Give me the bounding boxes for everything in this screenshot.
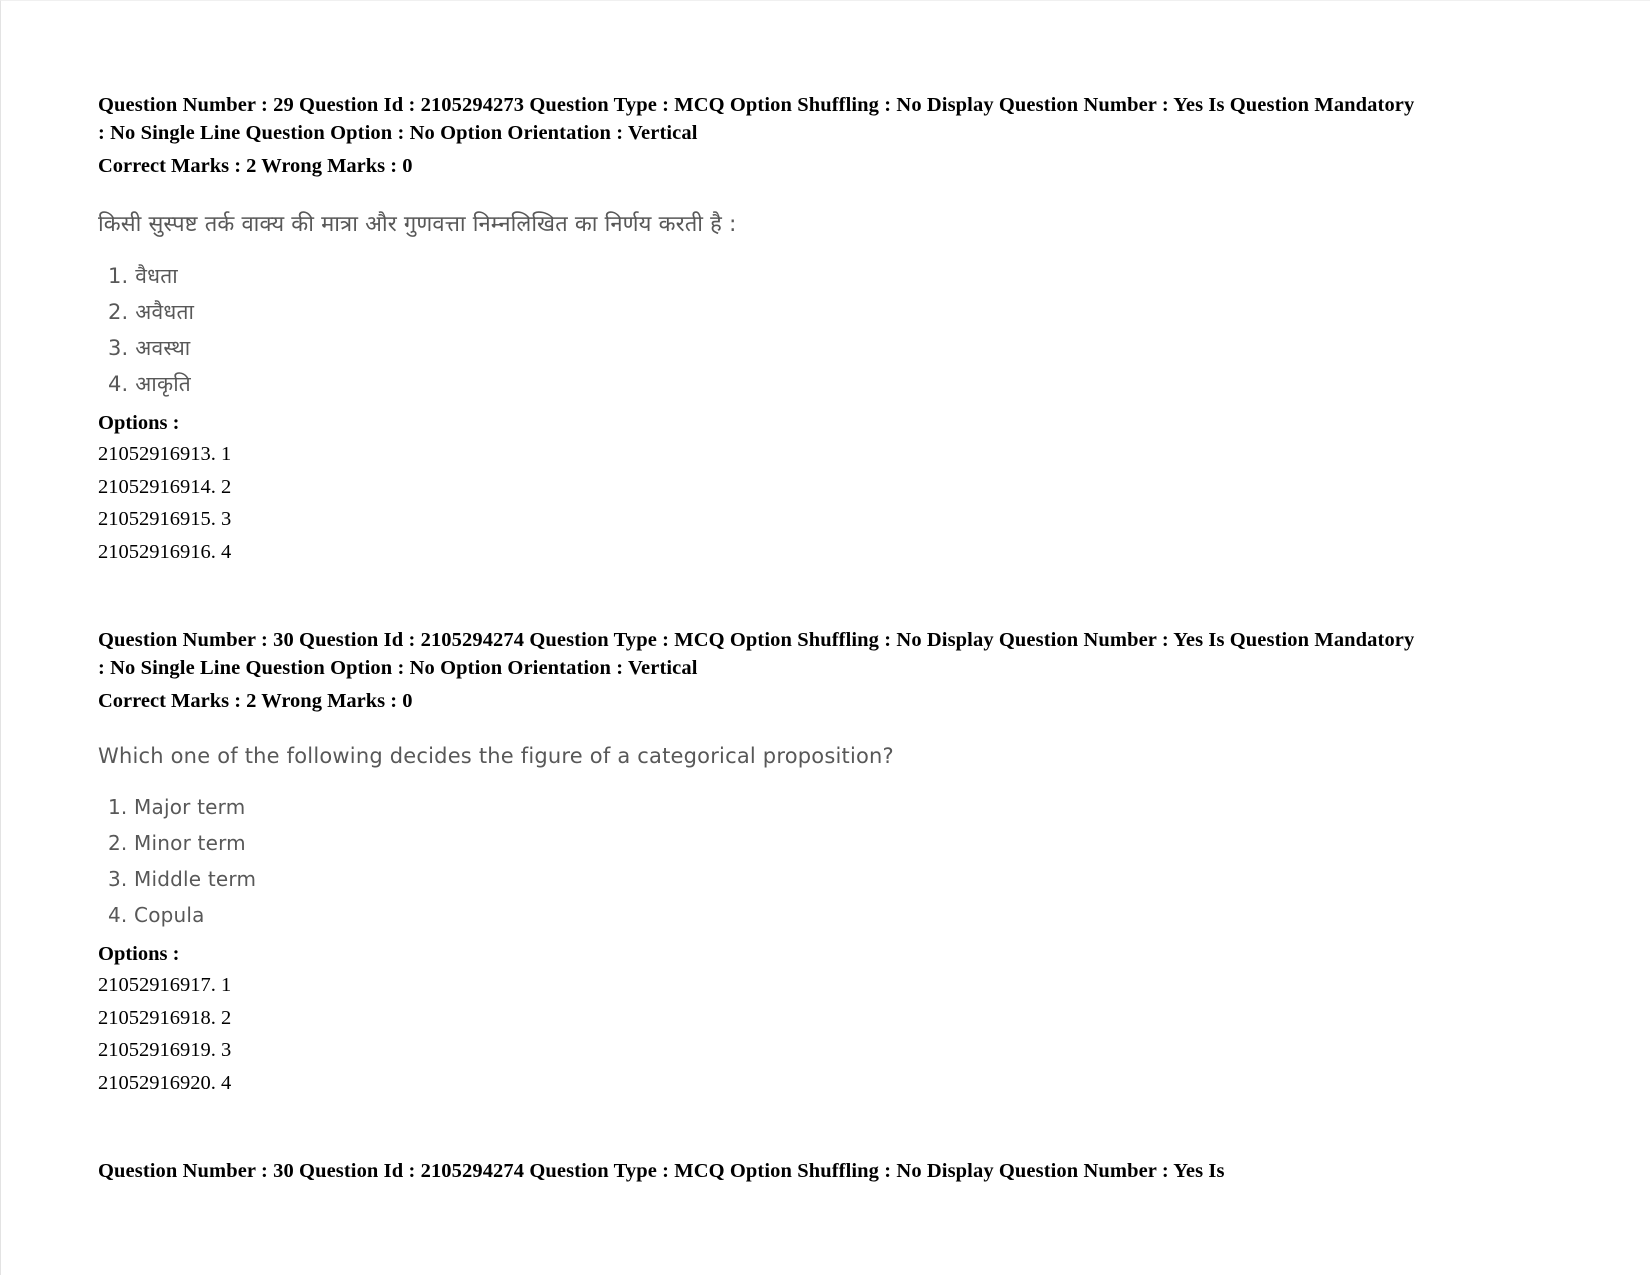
question-meta-line: Question Number : 30 Question Id : 21052… bbox=[98, 629, 1415, 679]
question-meta-line: Question Number : 29 Question Id : 21052… bbox=[98, 94, 1415, 144]
option-id-item: 21052916915. 3 bbox=[98, 508, 232, 530]
choice-item: 3. अवस्था bbox=[108, 336, 191, 360]
question-choices: 1. वैधता 2. अवैधता 3. अवस्था 4. आकृति bbox=[98, 240, 1418, 402]
question-block-29: Question Number : 29 Question Id : 21052… bbox=[98, 91, 1418, 568]
question-block-30: Question Number : 30 Question Id : 21052… bbox=[98, 626, 1418, 1099]
choice-item: 1. Major term bbox=[108, 795, 246, 819]
question-text: Which one of the following decides the f… bbox=[98, 744, 894, 768]
option-id-item: 21052916918. 2 bbox=[98, 1006, 232, 1029]
option-id-item: 21052916914. 2 bbox=[98, 475, 232, 498]
option-id-item: 21052916913. 1 bbox=[98, 443, 232, 465]
choice-item: 4. Copula bbox=[108, 903, 205, 927]
question-text: किसी सुस्पष्ट तर्क वाक्य की मात्रा और गु… bbox=[98, 212, 737, 237]
choice-item: 1. वैधता bbox=[108, 264, 178, 288]
option-id-item: 21052916916. 4 bbox=[98, 540, 232, 563]
block-separator bbox=[98, 1099, 1418, 1157]
choice-item: 3. Middle term bbox=[108, 867, 257, 891]
document-page: Question Number : 29 Question Id : 21052… bbox=[0, 0, 1650, 1275]
trailing-question-meta-line: Question Number : 30 Question Id : 21052… bbox=[98, 1160, 1225, 1182]
option-id-item: 21052916919. 3 bbox=[98, 1039, 232, 1061]
block-separator bbox=[98, 568, 1418, 626]
page-content: Question Number : 29 Question Id : 21052… bbox=[98, 91, 1418, 1185]
question-marks-line: Correct Marks : 2 Wrong Marks : 0 bbox=[98, 690, 413, 712]
choice-item: 2. अवैधता bbox=[108, 300, 195, 324]
choice-item: 4. आकृति bbox=[108, 372, 191, 396]
options-label: Options : bbox=[98, 412, 180, 434]
option-id-item: 21052916917. 1 bbox=[98, 974, 232, 996]
question-choices: 1. Major term 2. Minor term 3. Middle te… bbox=[98, 771, 1418, 933]
choice-item: 2. Minor term bbox=[108, 831, 246, 855]
options-label: Options : bbox=[98, 943, 180, 965]
option-id-item: 21052916920. 4 bbox=[98, 1071, 232, 1094]
options-id-list: 21052916917. 1 21052916918. 2 2105291691… bbox=[98, 969, 1418, 1099]
options-id-list: 21052916913. 1 21052916914. 2 2105291691… bbox=[98, 438, 1418, 568]
question-marks-line: Correct Marks : 2 Wrong Marks : 0 bbox=[98, 155, 413, 177]
